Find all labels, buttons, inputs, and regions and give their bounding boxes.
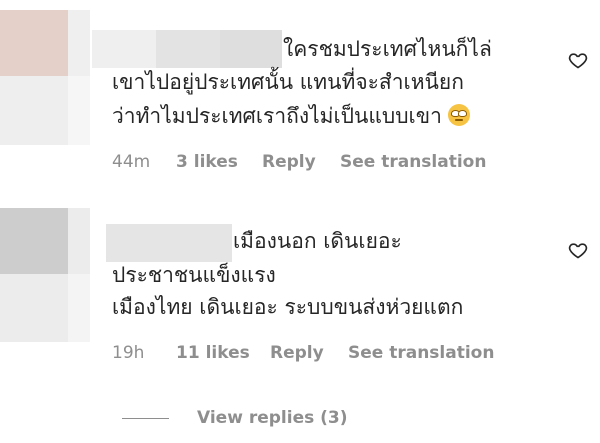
comment-time: 44m [112,152,151,172]
avatar-tile [68,274,90,342]
comment-text-line: เมืองนอก เดินเยอะ [233,229,402,253]
comment-text-line: ว่าทำไมประเทศเราถึงไม่เป็นแบบเขา [112,100,470,133]
heart-icon[interactable] [568,50,588,70]
avatar-tile [0,76,68,145]
view-replies-button[interactable]: View replies (3) [122,408,348,428]
likes-count[interactable]: 11 likes [176,343,270,363]
likes-count[interactable]: 3 likes [176,152,262,172]
avatar-tile [68,10,90,76]
avatar[interactable] [0,208,90,342]
reply-button[interactable]: Reply [262,152,340,172]
avatar[interactable] [0,10,90,145]
comment: ใครชมประเทศไหนก็ไล่ เขาไปอยู่ประเทศนั้น … [0,0,600,190]
reply-button[interactable]: Reply [270,343,348,363]
comment: เมืองนอก เดินเยอะ ประชาชนแข็งแรง เมืองไท… [0,196,600,376]
see-translation-button[interactable]: See translation [340,152,486,172]
avatar-tile [68,208,90,274]
view-replies-label: View replies (3) [197,408,348,428]
comment-actions: 19h 11 likes Reply See translation [112,343,494,363]
username-tile [92,30,156,68]
avatar-tile [0,10,68,76]
comment-text-line: ใครชมประเทศไหนก็ไล่ [283,37,492,61]
see-translation-button[interactable]: See translation [348,343,494,363]
avatar-tile [0,208,68,274]
divider [122,417,169,419]
username-tile [106,224,232,262]
comment-text-line: เขาไปอยู่ประเทศนั้น แทนที่จะสำเหนียก [112,70,464,94]
avatar-tile [68,76,90,145]
avatar-tile [0,274,68,342]
comment-actions: 44m 3 likes Reply See translation [112,152,486,172]
comment-text-line: ประชาชนแข็งแรง [112,263,276,287]
comment-text-line: เมืองไทย เดินเยอะ ระบบขนส่งห่วยแตก [112,295,464,319]
username-tile [156,30,220,68]
comment-time: 19h [112,343,145,363]
username-blurred[interactable] [106,224,232,262]
rolling-eyes-emoji [447,104,470,126]
username-blurred[interactable] [92,30,282,68]
heart-icon[interactable] [568,240,588,260]
comment-text: ว่าทำไมประเทศเราถึงไม่เป็นแบบเขา [112,104,442,128]
username-tile [220,30,282,68]
